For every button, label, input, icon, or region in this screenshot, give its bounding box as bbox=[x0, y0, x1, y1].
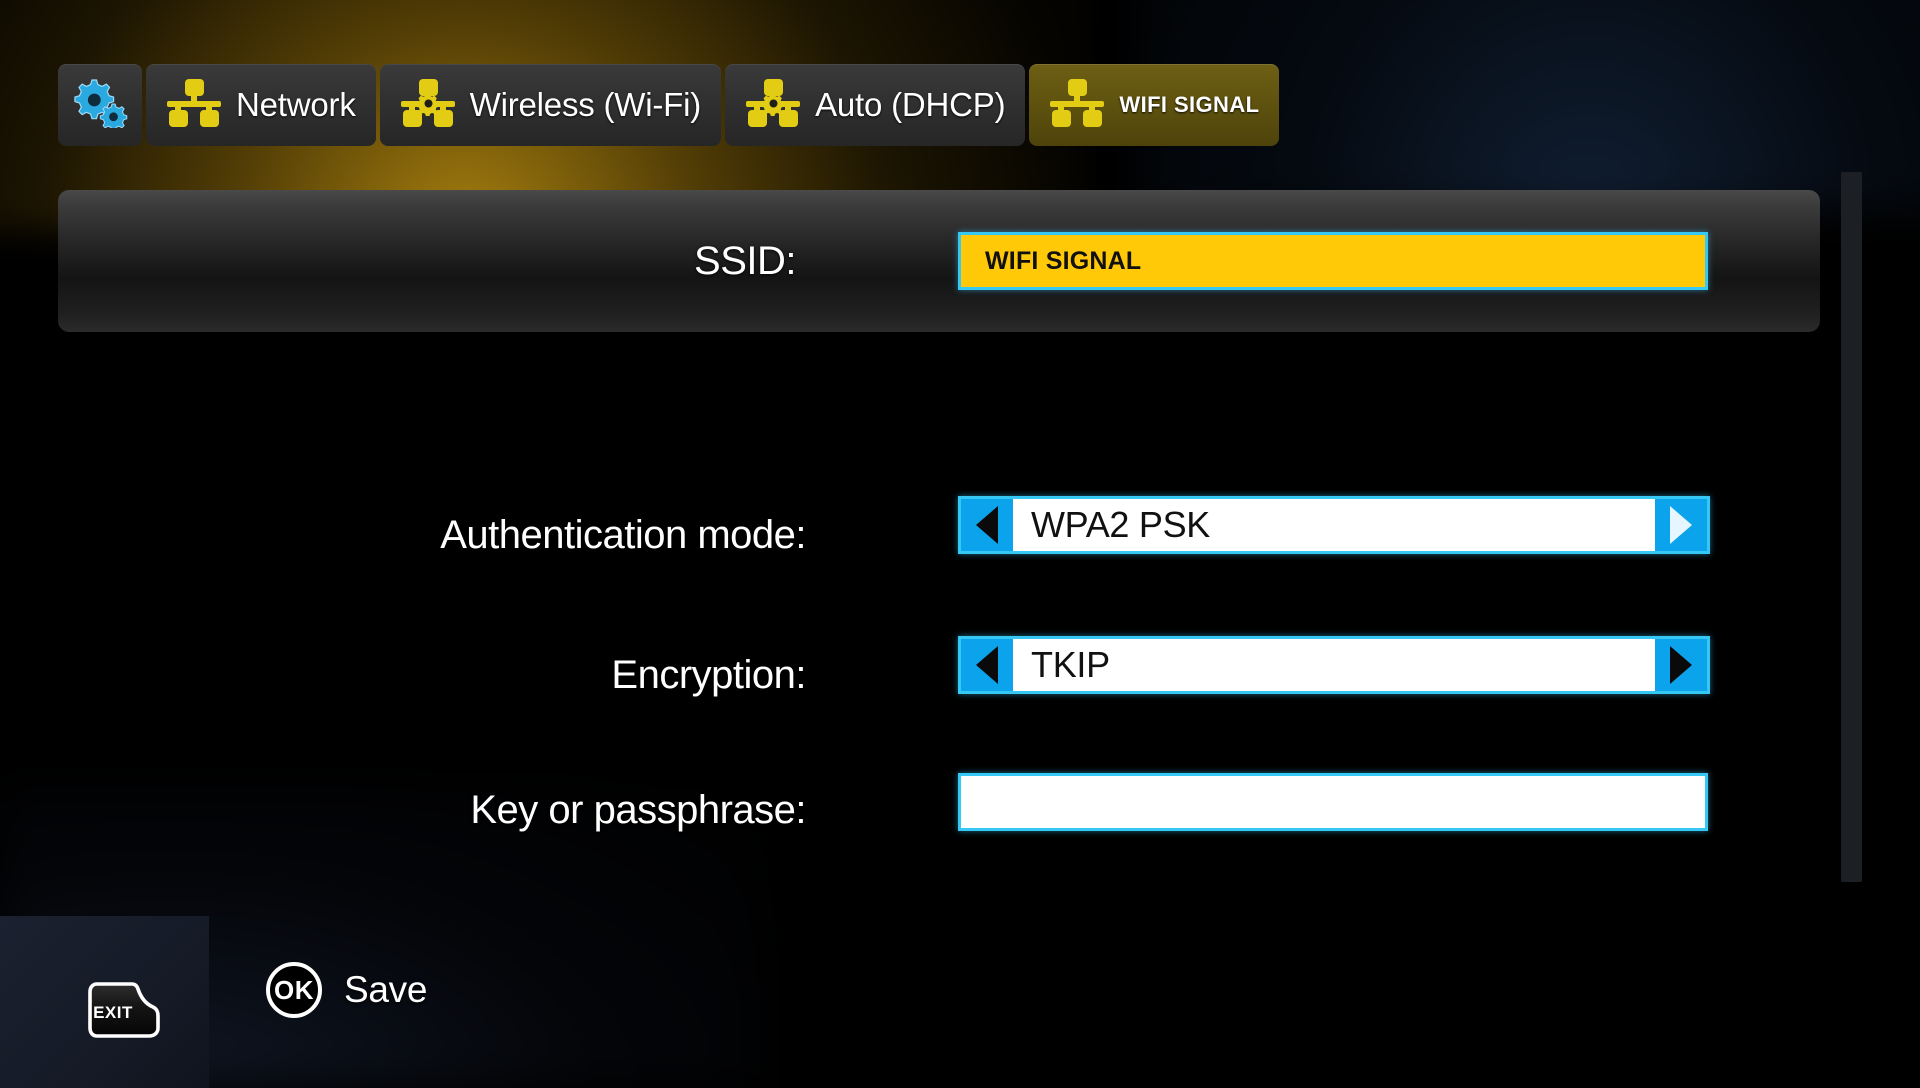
breadcrumb-tab-label: WIFI SIGNAL bbox=[1119, 92, 1260, 117]
save-action[interactable]: OK Save bbox=[266, 962, 427, 1018]
exit-key-icon: EXIT bbox=[88, 980, 162, 1045]
breadcrumb-tab-wifi-signal[interactable]: WIFI SIGNAL bbox=[1029, 64, 1280, 146]
breadcrumb-tab-network[interactable]: Network bbox=[146, 64, 376, 146]
chevron-left-icon bbox=[976, 646, 998, 684]
form-row-ssid[interactable]: SSID: WIFI SIGNAL bbox=[58, 190, 1820, 332]
network-tree-gear-icon bbox=[397, 76, 459, 135]
form-row-encryption[interactable]: Encryption: TKIP bbox=[0, 620, 1830, 730]
breadcrumb-tab-label: Auto (DHCP) bbox=[815, 86, 1006, 123]
encryption-value: TKIP bbox=[1031, 644, 1110, 685]
chevron-right-icon bbox=[1670, 506, 1692, 544]
network-tree-gear-icon bbox=[742, 76, 804, 135]
form-row-key-passphrase[interactable]: Key or passphrase: bbox=[0, 755, 1830, 865]
key-passphrase-input[interactable] bbox=[958, 773, 1708, 831]
breadcrumb-tab-dhcp[interactable]: Auto (DHCP) bbox=[725, 64, 1026, 146]
encryption-label: Encryption: bbox=[611, 652, 806, 697]
ssid-input[interactable]: WIFI SIGNAL bbox=[958, 232, 1708, 290]
ssid-label: SSID: bbox=[694, 238, 796, 283]
scrollbar-thumb[interactable] bbox=[1841, 172, 1862, 882]
encryption-spinner[interactable]: TKIP bbox=[958, 636, 1710, 694]
exit-button[interactable]: EXIT bbox=[0, 916, 209, 1088]
breadcrumb-tab-label: Wireless (Wi-Fi) bbox=[469, 86, 702, 123]
key-passphrase-value bbox=[961, 776, 1705, 828]
authentication-mode-spinner[interactable]: WPA2 PSK bbox=[958, 496, 1710, 554]
encryption-next-button[interactable] bbox=[1655, 639, 1707, 691]
form-row-authentication-mode[interactable]: Authentication mode: WPA2 PSK bbox=[0, 480, 1830, 590]
encryption-prev-button[interactable] bbox=[961, 639, 1013, 691]
chevron-left-icon bbox=[976, 506, 998, 544]
tv-settings-screen: Network Wireless (Wi-Fi) Auto (DHCP) WIF… bbox=[0, 0, 1920, 1088]
authentication-mode-label: Authentication mode: bbox=[440, 512, 806, 557]
settings-form: SSID: WIFI SIGNAL Authentication mode: W… bbox=[0, 150, 1920, 890]
settings-gears-icon bbox=[72, 78, 128, 133]
breadcrumb-tab-settings[interactable] bbox=[58, 64, 142, 146]
save-label: Save bbox=[344, 969, 428, 1010]
network-tree-icon bbox=[163, 76, 225, 135]
vertical-scrollbar[interactable] bbox=[1841, 172, 1862, 882]
breadcrumb-tab-label: Network bbox=[236, 86, 356, 123]
ssid-value: WIFI SIGNAL bbox=[985, 246, 1142, 275]
ok-key-icon: OK bbox=[266, 962, 322, 1018]
key-passphrase-label: Key or passphrase: bbox=[470, 787, 806, 832]
breadcrumb: Network Wireless (Wi-Fi) Auto (DHCP) WIF… bbox=[58, 64, 1280, 146]
footer-action-bar: EXIT OK Save bbox=[0, 880, 1920, 1088]
authentication-mode-value: WPA2 PSK bbox=[1031, 504, 1210, 545]
svg-text:EXIT: EXIT bbox=[93, 1003, 133, 1022]
chevron-right-icon bbox=[1670, 646, 1692, 684]
authentication-mode-next-button[interactable] bbox=[1655, 499, 1707, 551]
authentication-mode-prev-button[interactable] bbox=[961, 499, 1013, 551]
network-tree-icon bbox=[1046, 76, 1108, 135]
breadcrumb-tab-wireless[interactable]: Wireless (Wi-Fi) bbox=[379, 64, 722, 146]
